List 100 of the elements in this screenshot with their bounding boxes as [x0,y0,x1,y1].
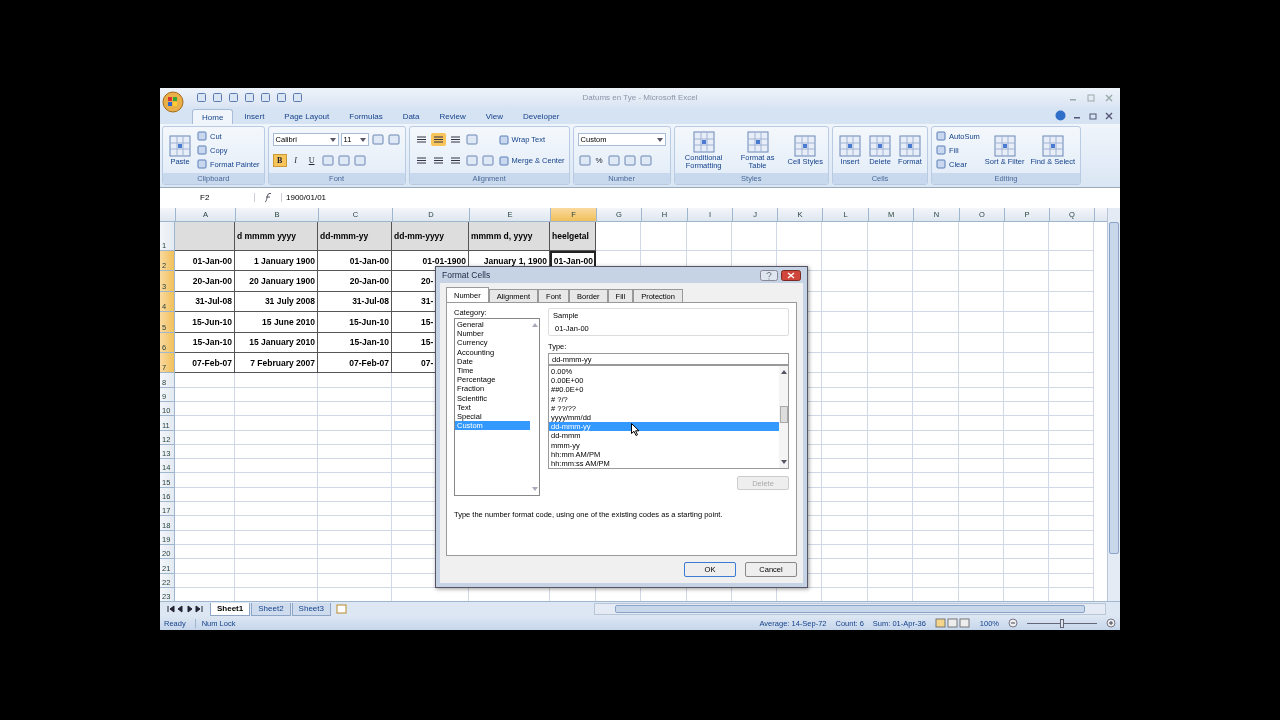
empty-cell [868,373,913,388]
format-toggle[interactable]: B [272,154,287,167]
empty-cell [868,387,913,402]
empty-cell [959,502,1004,517]
toolbar-icon[interactable] [260,92,271,103]
format-icon[interactable] [370,133,385,146]
empty-cell [868,444,913,460]
toolbar-icon[interactable] [292,92,303,103]
empty-cell [868,416,913,431]
sheet-icon [691,130,716,155]
empty-cell [1004,312,1049,333]
name-box[interactable]: F2 [160,192,255,202]
empty-cell [913,291,959,313]
empty-cell [868,352,913,374]
empty-cell [959,516,1004,531]
scroll-down-icon[interactable] [780,460,787,464]
sheet-tab[interactable]: Sheet3 [291,602,331,616]
empty-cell [913,444,959,460]
toolbar-icon[interactable] [212,92,223,103]
zoom-out-icon[interactable] [1008,618,1018,628]
empty-cell [913,544,959,560]
table-cell: 01-Jan-00 [318,251,392,272]
toolbar-icon[interactable] [228,92,239,103]
ribbon-tab[interactable]: Developer [514,109,569,124]
close-icon[interactable] [781,269,801,281]
format-toggle[interactable]: I [288,154,303,167]
percent-button[interactable]: % [593,156,605,165]
empty-cell [822,573,868,588]
empty-cell [822,387,868,402]
empty-cell [1004,473,1049,488]
empty-cell [959,222,1004,251]
empty-cell [1049,544,1094,560]
empty-cell [1049,332,1094,353]
new-sheet-icon[interactable] [334,604,349,614]
table-cell: d mmmm yyyy [235,222,318,251]
square-icon [197,145,207,155]
format-toggle[interactable]: U [304,154,319,167]
ribbon-tab[interactable]: Review [430,109,475,124]
ribbon-tab[interactable]: Insert [235,109,274,124]
zoom-in-icon[interactable] [1106,618,1116,628]
toolbar-icon[interactable] [196,92,207,103]
ribbon-tab[interactable]: Formulas [340,109,392,124]
empty-cell [1004,251,1049,272]
restore-icon[interactable] [1088,110,1098,121]
ribbon-tab[interactable]: Page Layout [275,109,339,124]
empty-cell [822,502,868,517]
empty-cell [1004,387,1049,402]
list-scrollbar[interactable] [779,366,788,468]
ribbon-tab[interactable]: Home [192,109,234,124]
sheet-icon [1040,134,1065,159]
help-icon[interactable] [1055,110,1066,121]
sheet-icon [992,134,1017,159]
ribbon-tab[interactable]: Data [393,109,429,124]
empty-cell [868,430,913,445]
vertical-scrollbar[interactable] [1107,208,1120,601]
empty-cell [1004,502,1049,517]
empty-cell [913,430,959,445]
table-cell: 15-Jun-10 [175,312,235,333]
empty-cell [913,271,959,292]
empty-cell [913,530,959,545]
empty-cell [868,271,913,292]
empty-cell [1049,530,1094,545]
empty-cell [822,332,868,353]
empty-cell [913,373,959,388]
empty-cell [913,352,959,374]
empty-cell [959,530,1004,545]
empty-cell [913,487,959,502]
empty-cell [1004,444,1049,460]
office-logo-icon[interactable] [162,90,184,113]
formula-field[interactable]: 1900/01/01 [281,192,1120,202]
empty-cell [868,559,913,574]
align-icon[interactable] [430,133,446,146]
empty-cell [822,487,868,502]
scroll-up-icon[interactable] [780,370,787,374]
square-icon [498,155,509,166]
table-cell: 15 January 2010 [235,332,318,353]
view-icon[interactable] [934,618,971,628]
table-cell: dd-mmm-yy [318,222,392,251]
sheet-tab[interactable]: Sheet1 [210,602,251,616]
empty-cell [1004,544,1049,560]
ribbon-tab[interactable]: View [476,109,512,124]
toolbar-icon[interactable] [276,92,287,103]
empty-cell [1049,444,1094,460]
table-cell: 20-Jan-00 [175,271,235,292]
empty-cell [1049,473,1094,488]
sheet-tab[interactable]: Sheet2 [251,602,291,616]
format-icon[interactable] [386,133,401,146]
sheet-navigation-icon[interactable] [167,605,205,613]
scroll-thumb[interactable] [780,406,788,423]
empty-cell [822,444,868,460]
empty-cell [822,271,868,292]
close-icon[interactable] [1104,110,1114,121]
empty-cell [913,573,959,588]
empty-cell [1004,487,1049,502]
window-title: Datums en Tye - Microsoft Excel [582,93,698,102]
caret-icon [329,137,336,142]
horizontal-scrollbar[interactable] [594,603,1106,615]
empty-cell [868,473,913,488]
empty-cell [1049,516,1094,531]
toolbar-icon[interactable] [244,92,255,103]
